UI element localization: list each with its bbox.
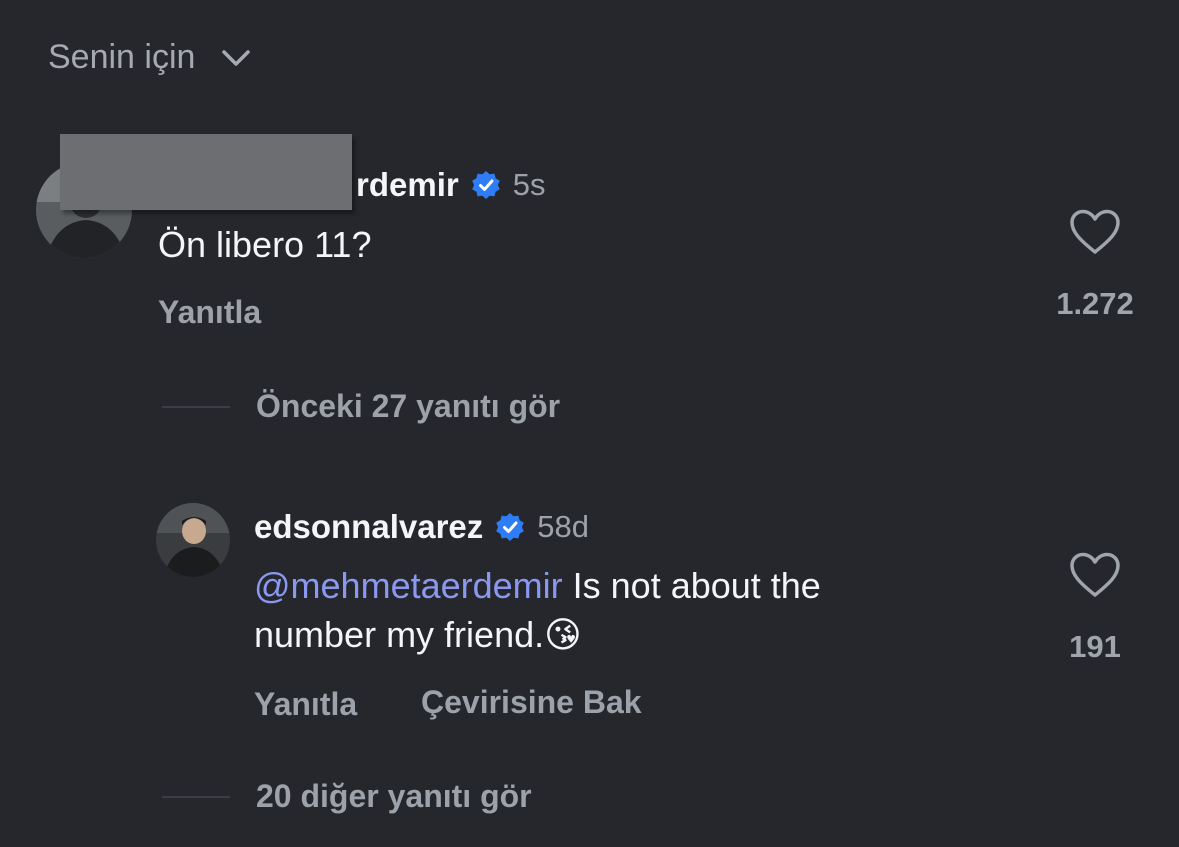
- reply-like-button[interactable]: [1068, 551, 1122, 604]
- redaction-box: [60, 134, 352, 210]
- heart-icon: [1070, 209, 1120, 254]
- reply-button[interactable]: Yanıtla: [158, 294, 261, 331]
- reply-text-line-2: number my friend.😘: [254, 610, 1014, 660]
- mention-link[interactable]: @mehmetaerdemir: [254, 565, 563, 606]
- kiss-emoji-icon: 😘: [544, 615, 582, 656]
- comment-header: rdemir 5s: [356, 166, 545, 204]
- replies-divider: [162, 406, 230, 408]
- sort-selector[interactable]: Senin için: [48, 38, 251, 77]
- reply-time: 58d: [537, 509, 589, 544]
- reply-text-part-1: Is not about the: [562, 565, 821, 606]
- reply-text: @mehmetaerdemir Is not about the number …: [254, 561, 1014, 660]
- reply-like-count: 191: [1069, 629, 1121, 664]
- reply-header: edsonnalvarez 58d: [254, 508, 589, 546]
- like-button[interactable]: [1068, 208, 1122, 261]
- see-translation-button[interactable]: Çevirisine Bak: [421, 684, 642, 721]
- view-previous-replies-button[interactable]: Önceki 27 yanıtı gör: [256, 388, 560, 425]
- verified-badge-icon: [496, 513, 525, 541]
- comment-text: Ön libero 11?: [158, 224, 372, 265]
- reply-reply-button[interactable]: Yanıtla: [254, 686, 357, 723]
- reply-avatar[interactable]: [156, 503, 230, 577]
- reply-text-line-1: @mehmetaerdemir Is not about the: [254, 561, 1014, 610]
- like-count: 1.272: [1056, 286, 1134, 321]
- view-more-replies-button[interactable]: 20 diğer yanıtı gör: [256, 778, 532, 815]
- comment-username[interactable]: rdemir: [356, 166, 459, 204]
- sort-label: Senin için: [48, 38, 196, 76]
- chevron-down-icon: [222, 49, 251, 66]
- comment-time: 5s: [512, 167, 546, 202]
- reply-username[interactable]: edsonnalvarez: [254, 508, 483, 546]
- reply-text-part-2: number my friend.: [254, 614, 545, 655]
- verified-badge-icon: [471, 171, 500, 199]
- heart-icon: [1070, 552, 1120, 597]
- more-replies-divider: [162, 796, 230, 798]
